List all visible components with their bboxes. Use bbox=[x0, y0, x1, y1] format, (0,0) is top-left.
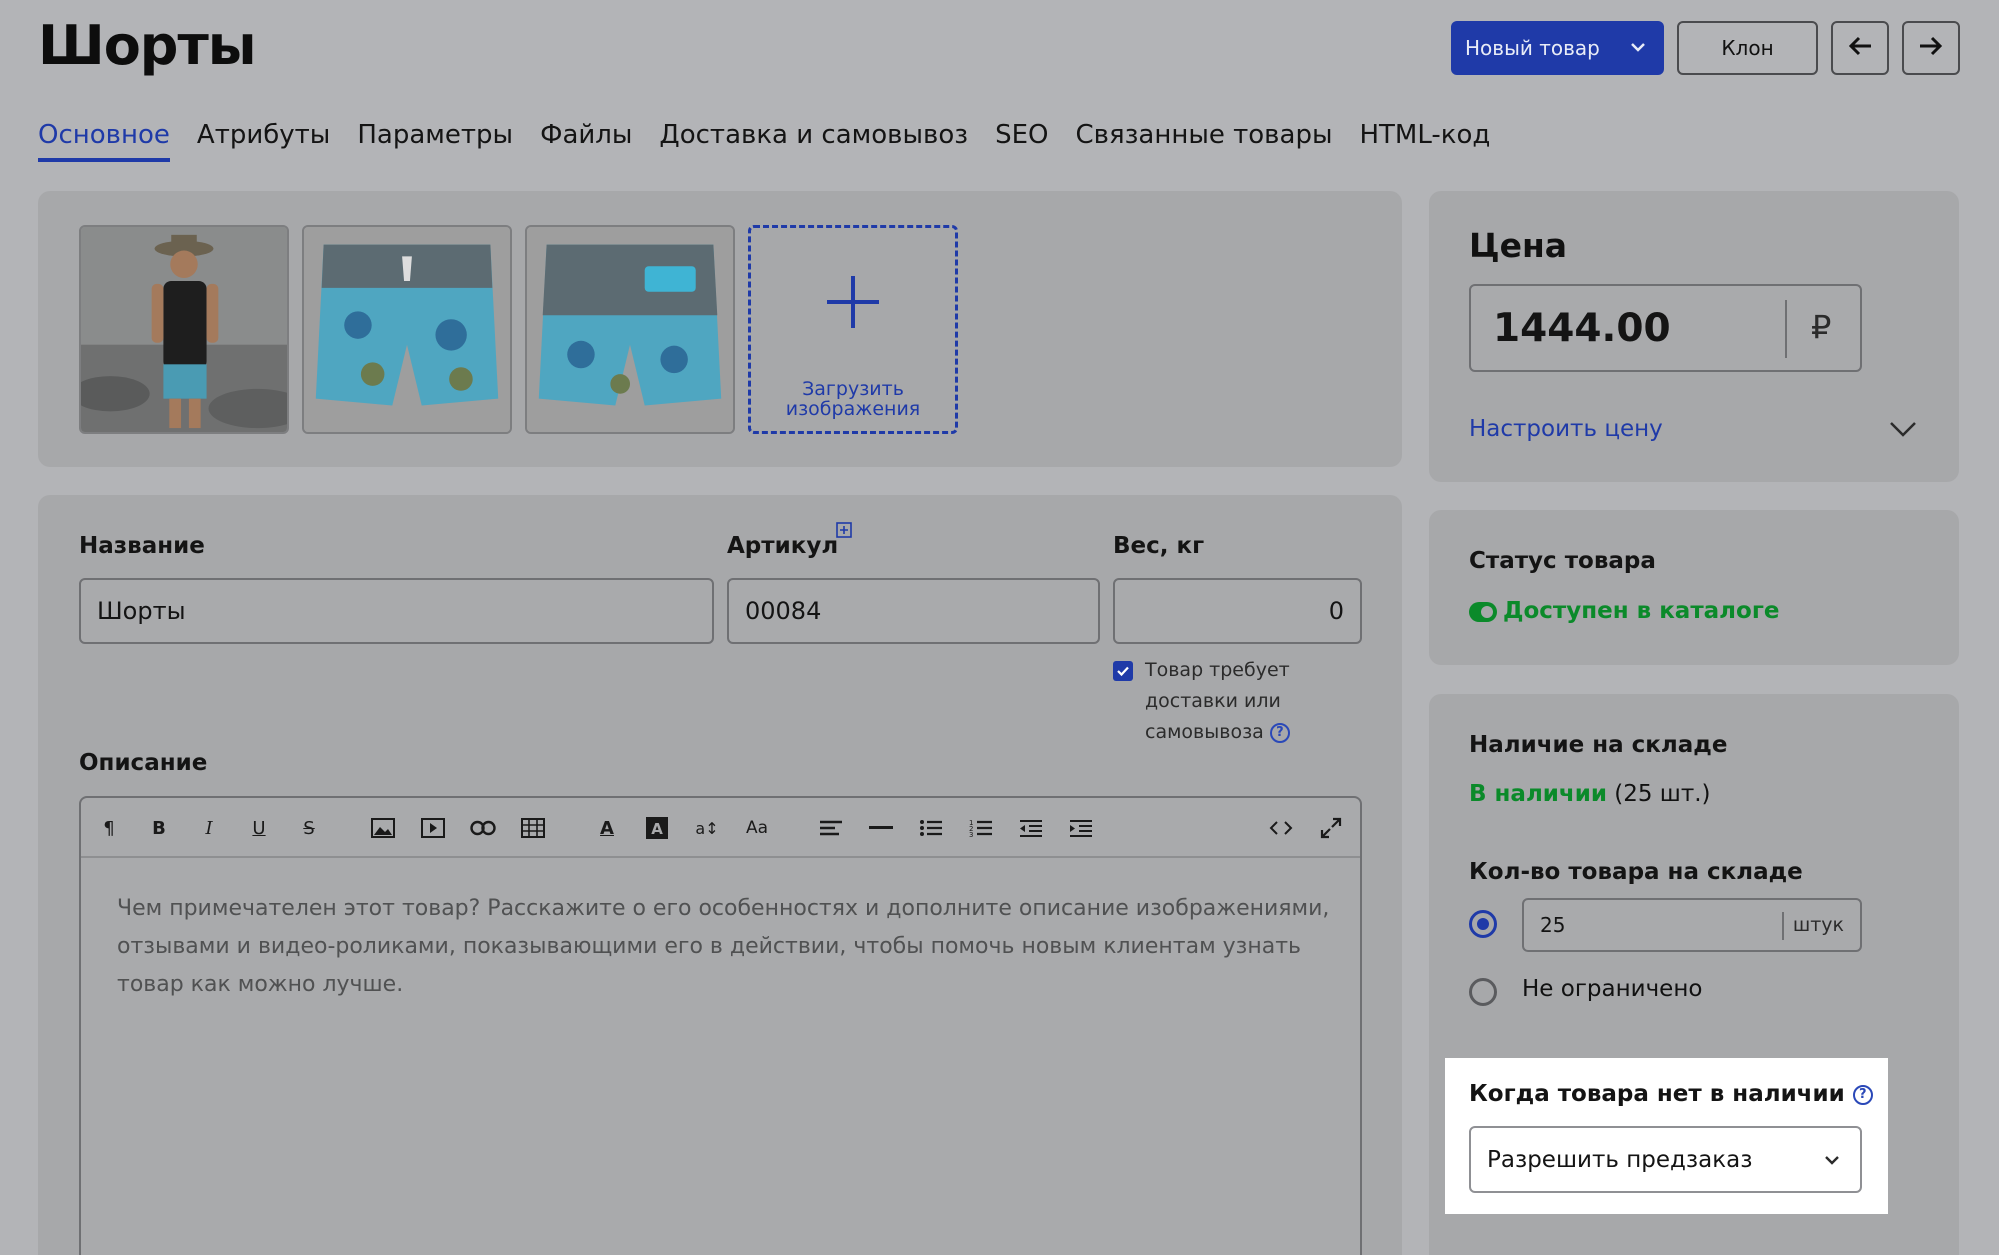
new-product-button[interactable]: Новый товар bbox=[1451, 21, 1664, 75]
name-input[interactable]: Шорты bbox=[79, 578, 714, 644]
tab-bar: Основное Атрибуты Параметры Файлы Достав… bbox=[38, 120, 1490, 162]
horizontal-rule-icon[interactable] bbox=[867, 814, 895, 842]
quantity-unit: штук bbox=[1792, 914, 1844, 936]
background-color-icon[interactable]: A bbox=[643, 814, 671, 842]
video-icon[interactable] bbox=[419, 814, 447, 842]
out-of-stock-select[interactable]: Разрешить предзаказ bbox=[1469, 1126, 1862, 1193]
help-icon[interactable]: ? bbox=[1269, 722, 1290, 743]
next-product-button[interactable] bbox=[1902, 21, 1960, 75]
align-icon[interactable] bbox=[817, 814, 845, 842]
bulleted-list-icon[interactable] bbox=[917, 814, 945, 842]
tab-attributes[interactable]: Атрибуты bbox=[197, 120, 330, 162]
product-image-thumbnail[interactable] bbox=[79, 225, 289, 434]
quantity-limited-radio[interactable] bbox=[1469, 910, 1497, 938]
delivery-checkbox-label: Товар требует доставки или самовывоза ? bbox=[1145, 655, 1290, 748]
weight-input[interactable]: 0 bbox=[1113, 578, 1362, 644]
price-separator bbox=[1785, 300, 1787, 358]
description-editor[interactable]: ¶ B I U S A A a↕ Aa 123 Чем примечателен… bbox=[79, 796, 1362, 1255]
status-value: Доступен в каталоге bbox=[1503, 598, 1780, 624]
underline-icon[interactable]: U bbox=[245, 814, 273, 842]
arrow-right-icon bbox=[1918, 35, 1944, 62]
product-image-thumbnail[interactable] bbox=[302, 225, 512, 434]
weight-label: Вес, кг bbox=[1113, 533, 1205, 559]
help-icon[interactable]: ? bbox=[1852, 1084, 1873, 1105]
chevron-down-icon[interactable] bbox=[1888, 418, 1918, 444]
quantity-unlimited-radio[interactable] bbox=[1469, 978, 1497, 1006]
out-of-stock-label: Когда товара нет в наличии ? bbox=[1469, 1081, 1873, 1107]
editor-toolbar: ¶ B I U S A A a↕ Aa 123 bbox=[81, 798, 1360, 858]
sku-input[interactable]: 00084 bbox=[727, 578, 1100, 644]
configure-price-link[interactable]: Настроить цену bbox=[1469, 416, 1663, 442]
delivery-text-line2: доставки или bbox=[1145, 690, 1281, 712]
product-image-thumbnail[interactable] bbox=[525, 225, 735, 434]
strikethrough-icon[interactable]: S bbox=[295, 814, 323, 842]
indent-icon[interactable] bbox=[1067, 814, 1095, 842]
description-placeholder: Чем примечателен этот товар? Расскажите … bbox=[117, 896, 1330, 997]
svg-text:3: 3 bbox=[969, 831, 973, 837]
stock-title: Наличие на складе bbox=[1469, 732, 1728, 758]
upload-images-button[interactable]: Загрузить изображения bbox=[748, 225, 958, 434]
clone-button[interactable]: Клон bbox=[1677, 21, 1818, 75]
price-input[interactable]: 1444.00 ₽ bbox=[1469, 284, 1862, 372]
fullscreen-icon[interactable] bbox=[1317, 814, 1345, 842]
table-icon[interactable] bbox=[519, 814, 547, 842]
unlimited-label: Не ограничено bbox=[1522, 976, 1703, 1002]
currency-symbol: ₽ bbox=[1811, 308, 1832, 346]
quantity-value: 25 bbox=[1540, 913, 1566, 937]
font-family-icon[interactable]: Aa bbox=[743, 814, 771, 842]
delivery-text-line3: самовывоза bbox=[1145, 721, 1264, 743]
tab-parameters[interactable]: Параметры bbox=[357, 120, 513, 162]
tab-delivery[interactable]: Доставка и самовывоз bbox=[659, 120, 968, 162]
paragraph-icon[interactable]: ¶ bbox=[95, 814, 123, 842]
italic-icon[interactable]: I bbox=[195, 814, 223, 842]
page-title: Шорты bbox=[38, 14, 257, 77]
tab-files[interactable]: Файлы bbox=[540, 120, 632, 162]
svg-text:A: A bbox=[651, 820, 663, 838]
tab-main[interactable]: Основное bbox=[38, 120, 170, 162]
price-value: 1444.00 bbox=[1493, 306, 1671, 351]
price-title: Цена bbox=[1469, 226, 1568, 265]
toggle-on-icon[interactable] bbox=[1469, 602, 1497, 626]
out-of-stock-label-text: Когда товара нет в наличии bbox=[1469, 1081, 1845, 1107]
code-view-icon[interactable] bbox=[1267, 814, 1295, 842]
sku-label: Артикул bbox=[727, 533, 839, 559]
text-color-icon[interactable]: A bbox=[593, 814, 621, 842]
quantity-input[interactable]: 25 штук bbox=[1522, 898, 1862, 952]
image-icon[interactable] bbox=[369, 814, 397, 842]
upload-label-line1: Загрузить bbox=[802, 378, 904, 400]
status-card bbox=[1429, 510, 1959, 665]
plus-square-icon[interactable] bbox=[836, 522, 852, 542]
quantity-separator bbox=[1782, 912, 1784, 940]
numbered-list-icon[interactable]: 123 bbox=[967, 814, 995, 842]
chevron-down-icon bbox=[1822, 1150, 1842, 1176]
description-label: Описание bbox=[79, 750, 208, 776]
tab-related-products[interactable]: Связанные товары bbox=[1075, 120, 1332, 162]
plus-icon bbox=[823, 272, 883, 336]
outdent-icon[interactable] bbox=[1017, 814, 1045, 842]
bold-icon[interactable]: B bbox=[145, 814, 173, 842]
previous-product-button[interactable] bbox=[1831, 21, 1889, 75]
name-label: Название bbox=[79, 533, 205, 559]
stock-summary: В наличии (25 шт.) bbox=[1469, 781, 1711, 807]
upload-label-line2: изображения bbox=[785, 398, 921, 420]
tab-html-code[interactable]: HTML-код bbox=[1359, 120, 1490, 162]
link-icon[interactable] bbox=[469, 814, 497, 842]
out-of-stock-select-value: Разрешить предзаказ bbox=[1487, 1146, 1753, 1173]
chevron-down-icon bbox=[1628, 37, 1648, 62]
new-product-label: Новый товар bbox=[1465, 36, 1600, 60]
arrow-left-icon bbox=[1847, 35, 1873, 62]
quantity-label: Кол-во товара на складе bbox=[1469, 859, 1803, 885]
delivery-text-line1: Товар требует bbox=[1145, 659, 1290, 681]
tab-seo[interactable]: SEO bbox=[995, 120, 1048, 162]
status-title: Статус товара bbox=[1469, 548, 1656, 574]
delivery-checkbox[interactable] bbox=[1113, 661, 1133, 685]
font-size-icon[interactable]: a↕ bbox=[693, 814, 721, 842]
stock-count: (25 шт.) bbox=[1614, 781, 1711, 807]
in-stock-label: В наличии bbox=[1469, 781, 1607, 807]
